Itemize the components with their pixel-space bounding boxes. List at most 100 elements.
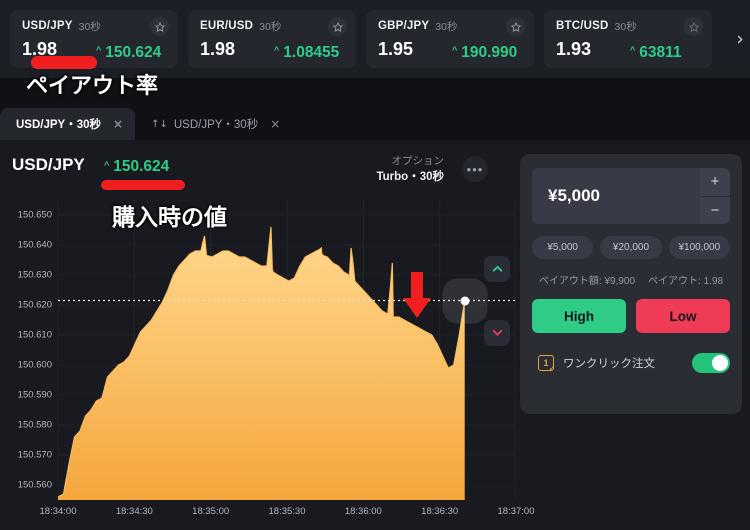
current-price-arrow-annotation	[403, 272, 431, 318]
payout-rate-label: ペイアウト: 1.98	[648, 276, 724, 287]
chart-current-price: ^ 150.624	[104, 158, 169, 176]
y-axis-tick: 150.560	[17, 479, 52, 491]
y-axis: 150.650 150.640 150.630 150.620 150.610 150.6…	[0, 200, 58, 500]
x-axis-tick: 18:35:00	[192, 506, 230, 517]
asset-pair-label: BTC/USD	[556, 20, 609, 32]
asset-payout-value: 1.93	[556, 39, 592, 59]
caret-up-icon: ^	[104, 159, 110, 170]
tab-label: USD/JPY・30秒	[16, 119, 102, 131]
y-axis-tick: 150.640	[17, 239, 52, 251]
x-axis-tick: 18:36:30	[421, 506, 459, 517]
asset-card-values: 1.98 ^ 1.08455	[200, 39, 346, 62]
chart-header: USD/JPY ^ 150.624 オプション Turbo・30秒 •••	[0, 148, 516, 194]
payout-info: ペイアウト額: ¥9,900 ペイアウト: 1.98	[532, 272, 730, 287]
asset-card-gbpjpy[interactable]: GBP/JPY 30秒 1.95 ^ 190.990	[366, 10, 534, 68]
amount-decrease-button[interactable]: −	[700, 196, 730, 224]
close-icon[interactable]: ×	[270, 117, 280, 131]
asset-card-header: USD/JPY 30秒	[22, 17, 168, 35]
payout-rate-annotation-text: ペイアウト率	[26, 74, 159, 99]
price-area-chart	[58, 200, 516, 500]
asset-card-values: 1.95 ^ 190.990	[378, 39, 524, 62]
asset-pair-label: EUR/USD	[200, 20, 254, 32]
asset-price-number: 150.624	[105, 43, 162, 61]
x-axis: 18:34:00 18:34:30 18:35:00 18:35:30 18:36:00…	[40, 500, 535, 530]
y-axis-tick: 150.570	[17, 449, 52, 461]
asset-pair-label: USD/JPY	[22, 20, 73, 32]
chevron-up-icon[interactable]	[484, 255, 510, 282]
asset-pair-label: GBP/JPY	[378, 20, 430, 32]
high-button[interactable]: High	[532, 299, 626, 333]
amount-input[interactable]: ¥5,000	[532, 168, 700, 224]
option-type-value: Turbo・30秒	[376, 171, 444, 183]
tab-usdjpy-secondary[interactable]: ↑↓ USD/JPY・30秒 ×	[135, 108, 292, 140]
chart-plot: 150.650 150.640 150.630 150.620 150.610 150.6…	[0, 200, 535, 530]
oneclick-order-row[interactable]: 1 ✓ ワンクリック注文	[532, 353, 730, 373]
amount-stepper: + −	[700, 168, 730, 224]
asset-price-number: 190.990	[461, 43, 518, 61]
option-type-label: オプション	[391, 155, 445, 167]
quick-amount-20000[interactable]: ¥20,000	[600, 236, 662, 259]
quick-amount-chips: ¥5,000 ¥20,000 ¥100,000	[532, 236, 730, 259]
asset-card-eurusd[interactable]: EUR/USD 30秒 1.98 ^ 1.08455	[188, 10, 356, 68]
asset-price-number: 1.08455	[283, 43, 340, 61]
y-axis-tick: 150.580	[17, 419, 52, 431]
x-axis-tick: 18:35:30	[268, 506, 306, 517]
chart-price-number: 150.624	[113, 158, 170, 175]
asset-duration-label: 30秒	[78, 20, 101, 33]
asset-card-header: GBP/JPY 30秒	[378, 17, 524, 35]
updown-arrows-icon: ↑↓	[151, 118, 168, 130]
current-price-marker	[460, 296, 470, 305]
amount-increase-button[interactable]: +	[700, 168, 730, 197]
tab-list: USD/JPY・30秒 × ↑↓ USD/JPY・30秒 ×	[0, 108, 292, 140]
asset-duration-label: 30秒	[435, 20, 458, 33]
star-icon[interactable]	[506, 17, 525, 36]
chevron-right-icon[interactable]: ›	[732, 26, 748, 52]
close-icon[interactable]: ×	[113, 117, 123, 131]
chevron-down-icon[interactable]	[484, 319, 510, 346]
payout-amount-label: ペイアウト額: ¥9,900	[538, 276, 636, 287]
asset-price-value: ^ 1.08455	[274, 44, 339, 62]
quick-amount-100000[interactable]: ¥100,000	[668, 236, 730, 259]
asset-card-btcusd[interactable]: BTC/USD 30秒 1.93 ^ 63811	[544, 10, 712, 68]
asset-payout-value: 1.98	[200, 39, 236, 59]
star-icon[interactable]	[150, 17, 169, 36]
caret-up-icon: ^	[452, 45, 458, 55]
x-axis-tick: 18:36:00	[344, 506, 382, 517]
asset-card-header: BTC/USD 30秒	[556, 17, 702, 35]
star-icon[interactable]	[328, 17, 347, 36]
toggle-knob	[712, 355, 728, 371]
amount-input-row: ¥5,000 + −	[532, 168, 730, 224]
asset-payout-value: 1.95	[378, 39, 414, 59]
price-area-fill	[58, 227, 465, 500]
x-axis-tick: 18:34:30	[115, 506, 153, 517]
more-options-button[interactable]: •••	[462, 156, 488, 182]
asset-price-value: ^ 190.990	[452, 44, 517, 62]
oneclick-order-label: ワンクリック注文	[563, 358, 655, 370]
purchase-price-underline-annotation	[101, 180, 185, 190]
asset-price-value: ^ 150.624	[96, 44, 161, 62]
x-axis-tick: 18:37:00	[497, 506, 535, 517]
asset-price-value: ^ 63811	[630, 44, 682, 62]
star-icon[interactable]	[684, 17, 703, 36]
trade-panel: ¥5,000 + − ¥5,000 ¥20,000 ¥100,000 ペイアウト…	[520, 154, 742, 414]
trading-app: USD/JPY 30秒 1.98 ^ 150.624 EUR/USD 30秒 1…	[0, 0, 750, 530]
caret-up-icon: ^	[96, 45, 102, 55]
asset-card-header: EUR/USD 30秒	[200, 17, 346, 35]
y-axis-tick: 150.590	[17, 389, 52, 401]
x-axis-tick: 18:34:00	[39, 506, 77, 517]
asset-card-values: 1.93 ^ 63811	[556, 39, 702, 62]
asset-price-number: 63811	[639, 43, 682, 61]
plot-area[interactable]	[58, 200, 516, 500]
tab-usdjpy-active[interactable]: USD/JPY・30秒 ×	[0, 108, 136, 140]
asset-duration-label: 30秒	[614, 20, 637, 33]
y-axis-tick: 150.620	[17, 299, 52, 311]
y-axis-tick: 150.630	[17, 269, 52, 281]
oneclick-toggle[interactable]	[692, 353, 730, 373]
trade-direction-buttons: High Low	[532, 299, 730, 333]
caret-up-icon: ^	[630, 45, 636, 55]
caret-up-icon: ^	[274, 45, 280, 55]
low-button[interactable]: Low	[636, 299, 730, 333]
asset-duration-label: 30秒	[259, 20, 282, 33]
y-axis-tick: 150.600	[17, 359, 52, 371]
quick-amount-5000[interactable]: ¥5,000	[532, 236, 594, 259]
